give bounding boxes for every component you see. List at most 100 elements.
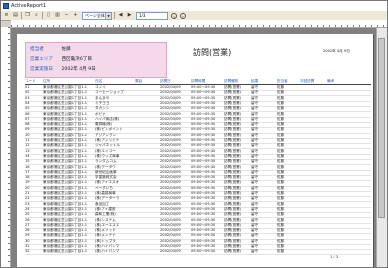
table-cell: 留守 [251,228,259,233]
table-cell: 09:00～09:30 [191,185,216,190]
table-cell: まんまや [95,95,110,100]
table-cell: 東京都港区芝公園1丁目1-1 [43,212,88,217]
table-cell: (株)高橋商事 [95,191,116,195]
multi-page-icon[interactable]: ▥ [54,12,61,19]
table-cell: 訪問(営業) [224,228,242,233]
table-cell: 佐藤 [277,222,285,227]
table-cell: 26 [25,217,30,222]
vertical-scrollbar[interactable] [376,28,387,267]
table-cell: タカシシ [95,106,110,111]
info-row-date: 営業実施日 2002年 4月 9日 [30,66,96,72]
table-cell: 16 [25,164,30,169]
table-cell: 留守 [251,212,259,217]
table-cell: (株)ハイパンマ [95,249,120,254]
table-cell: 東京都港区芝公園1丁目1-1 [43,116,88,121]
table-cell: 留守 [251,100,259,105]
print-icon[interactable]: ▤ [12,12,19,19]
table-cell: 東京都港区芝公園1丁目1-1 [43,206,88,211]
table-cell: (株)ピンポイント [95,127,123,132]
table-cell: 東京都港区芝公園1丁目1-1 [43,228,88,233]
toolbar-separator [21,12,22,19]
table-cell: 佐藤 [277,228,285,233]
table-cell: 2002/04/09 [160,244,181,248]
table-cell: 09:00～09:30 [191,233,216,238]
table-cell: 留守 [251,127,259,132]
table-cell: 森和工業(株) [95,212,116,217]
copy-icon[interactable]: ❐ [24,12,31,19]
forward-icon[interactable]: › [180,12,186,19]
table-cell: 13 [25,148,30,153]
table-cell: 新世紀企画事 [95,169,117,174]
table-cell: 2002/04/09 [160,127,181,132]
table-cell: (株)データワ [95,164,116,169]
table-cell: 09:00～09:30 [191,201,216,206]
table-cell: 東京都港区芝公園1丁目1-1 [43,180,88,185]
report-viewer-window: ActiveReport1 ≡ ▤ ❐ ⌕ ▯ ▥ − + ページ全体 ▼ ◀ … [0,0,388,268]
table-cell: 2002/04/09 [160,191,181,195]
table-cell: 2002/04/09 [160,95,181,100]
zoom-in-icon[interactable]: + [72,12,79,19]
report-info-box: 担当者 佐藤 営業エリア 西区亀浜6丁目 営業実施日 2002年 4月 9日 [25,42,167,78]
table-cell: 17 [25,169,30,174]
table-cell: 東京都港区芝公園1丁目1-1 [43,222,88,227]
table-cell: 東京都港区芝公園1丁目1-1 [43,217,88,222]
table-cell: 2002/04/09 [160,180,181,185]
table-cell: 訪問(営業) [224,111,242,116]
table-cell: 佐藤 [277,143,285,148]
table-cell: 留守 [251,106,259,111]
vertical-ruler [1,27,11,267]
column-header: コード [25,79,36,83]
table-cell: 東京都港区芝公園1丁目1-1 [43,233,88,238]
table-cell: 2002/04/09 [160,169,181,174]
next-page-icon[interactable]: ▶ [126,12,133,19]
page-number: 1 / 3 [330,255,339,259]
table-cell: 訪問(営業) [224,249,242,254]
page-field[interactable]: 1/3 [136,11,168,20]
table-cell: 留守 [251,132,259,137]
table-cell: 訪問(営業) [224,138,242,142]
table-cell: 東京都港区芝公園1丁目1-1 [43,122,88,127]
table-cell: 09:00～09:30 [191,180,216,185]
table-cell: 09:00～09:30 [191,127,216,132]
table-cell: (株)エイコー [95,148,116,153]
table-cell: (株)アンリミテ [95,138,120,142]
table-cell: 食品加工 [95,201,110,206]
single-page-icon[interactable]: ▯ [45,12,52,19]
table-of-contents-icon[interactable]: ≡ [3,12,10,19]
table-cell: 佐藤 [277,249,285,254]
table-cell: 訪問(営業) [224,122,242,127]
zoom-select[interactable]: ページ全体 ▼ [82,11,112,20]
back-icon[interactable]: ‹ [171,12,177,19]
find-icon[interactable]: ⌕ [33,12,40,19]
table-cell: ポピナ [95,111,106,116]
previous-page-icon[interactable]: ◀ [117,12,124,19]
table-cell: (株)システム [95,217,116,222]
table-cell: 留守 [251,217,259,222]
table-cell: 09:00～09:30 [191,196,216,201]
table-cell: 留守 [251,244,259,248]
table-cell: (株)アイエスオ [95,180,120,185]
table-cell: 留守 [251,180,259,185]
zoom-out-icon[interactable]: − [63,12,70,19]
table-cell: 佐藤 [277,175,285,180]
table-cell: 東京都港区芝公園1丁目1-1 [43,238,88,243]
table-cell: 訪問(営業) [224,116,242,121]
table-cell: 訪問(営業) [224,233,242,238]
table-cell: コーヒーショップ [95,90,124,95]
table-cell: 09:00～09:30 [191,138,216,142]
table-cell: 佐藤 [277,138,285,142]
table-cell: 09:00～09:30 [191,169,216,174]
table-cell: 佐藤 [277,111,285,116]
table-cell: 佐藤 [277,201,285,206]
table-cell: 24 [25,206,30,211]
table-cell: 2002/04/09 [160,106,181,111]
info-row-staff: 担当者 佐藤 [30,46,71,52]
chevron-down-icon[interactable]: ▼ [105,12,111,19]
column-header: 次回訪問 [300,79,315,83]
scrollbar-thumb[interactable] [378,38,385,218]
table-cell: 09:00～09:30 [191,212,216,217]
toolbar-separator [42,12,43,19]
table-cell: 20 [25,185,30,190]
table-cell: 訪問(営業) [224,201,242,206]
report-date: 2002年 4月 9日 [323,49,350,53]
